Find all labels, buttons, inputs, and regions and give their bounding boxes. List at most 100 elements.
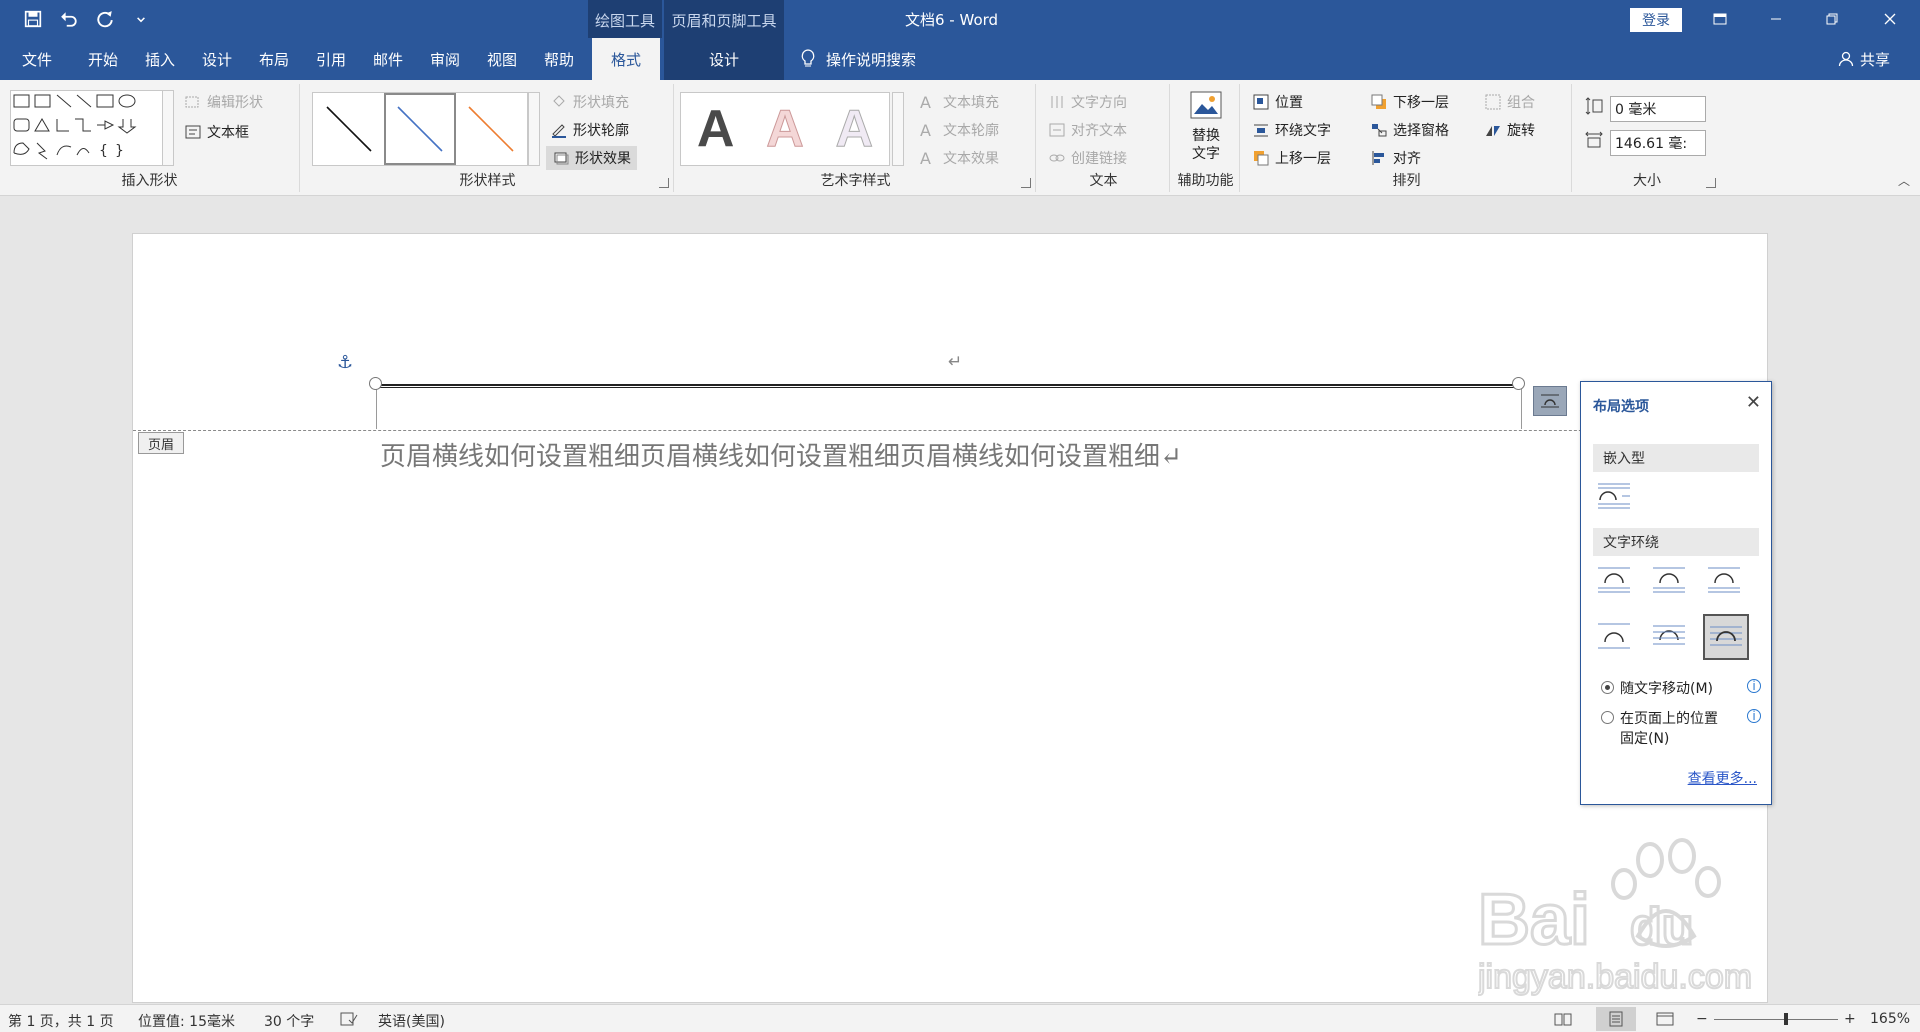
size-dialog-launcher[interactable]	[1706, 178, 1716, 188]
shape-width-input[interactable]: 146.61 毫:	[1610, 130, 1706, 156]
fix-position-radio[interactable]	[1601, 711, 1614, 724]
shape-style-black-line[interactable]	[313, 93, 384, 165]
wrap-behind-text-option[interactable]	[1648, 616, 1690, 656]
tab-format[interactable]: 格式	[592, 38, 660, 80]
close-button[interactable]	[1862, 0, 1918, 38]
login-button[interactable]: 登录	[1630, 8, 1682, 32]
wrap-through-option[interactable]	[1703, 560, 1745, 600]
edit-shape-button[interactable]: 编辑形状	[184, 90, 263, 114]
text-effects-button[interactable]: A 文本效果	[920, 146, 999, 170]
create-link-button[interactable]: 创建链接	[1048, 146, 1127, 170]
align-text-button[interactable]: 对齐文本	[1048, 118, 1127, 142]
document-page[interactable]	[132, 233, 1768, 1003]
move-with-text-option[interactable]: 随文字移动(M)	[1601, 678, 1713, 698]
tab-references[interactable]: 引用	[302, 38, 360, 80]
fix-position-info-icon[interactable]: i	[1747, 709, 1761, 723]
shape-styles-gallery[interactable]	[312, 92, 528, 166]
redo-button[interactable]	[90, 6, 120, 32]
send-backward-button[interactable]: 下移一层	[1370, 90, 1449, 114]
text-box-button[interactable]: 文本框	[184, 120, 249, 144]
tab-review[interactable]: 审阅	[416, 38, 474, 80]
minimize-button[interactable]	[1748, 0, 1804, 38]
fix-position-option[interactable]: 在页面上的位置 固定(N)	[1601, 708, 1718, 748]
wrap-top-bottom-option[interactable]	[1593, 616, 1635, 656]
shapes-gallery[interactable]: {}	[10, 90, 174, 166]
text-group: 文字方向 对齐文本 创建链接 文本	[1038, 84, 1170, 192]
resize-handle-left[interactable]	[369, 377, 382, 390]
restore-button[interactable]	[1804, 0, 1860, 38]
language-indicator[interactable]: 英语(美国)	[378, 1011, 445, 1031]
tell-me-search[interactable]: 操作说明搜索	[800, 38, 916, 80]
position-button[interactable]: 位置	[1252, 90, 1303, 114]
selection-pane-button[interactable]: 选择窗格	[1370, 118, 1449, 142]
layout-options-close-button[interactable]: ✕	[1746, 392, 1761, 413]
wrap-square-option[interactable]	[1593, 560, 1635, 600]
alt-text-button[interactable]: 替换 文字	[1184, 90, 1228, 163]
zoom-in-button[interactable]: +	[1844, 1011, 1856, 1027]
text-direction-button[interactable]: 文字方向	[1048, 90, 1127, 114]
wordart-style-3[interactable]: A	[820, 93, 889, 165]
word-count[interactable]: 30 个字	[264, 1011, 314, 1031]
restore-icon	[1826, 13, 1838, 25]
undo-button[interactable]	[54, 6, 84, 32]
resize-handle-right[interactable]	[1512, 377, 1525, 390]
zoom-slider-thumb[interactable]	[1784, 1013, 1788, 1025]
group-button[interactable]: 组合	[1484, 90, 1535, 114]
layout-options-button[interactable]	[1533, 386, 1567, 416]
shape-styles-dialog-launcher[interactable]	[659, 178, 669, 188]
text-fill-button[interactable]: A 文本填充	[920, 90, 999, 114]
wordart-gallery-scrollbar[interactable]	[892, 92, 904, 166]
see-more-link[interactable]: 查看更多...	[1688, 768, 1757, 788]
align-button[interactable]: 对齐	[1370, 146, 1421, 170]
wrap-tight-option[interactable]	[1648, 560, 1690, 600]
shapes-gallery-scrollbar[interactable]	[162, 90, 174, 166]
tab-design[interactable]: 设计	[188, 38, 246, 80]
shape-height-input[interactable]: 0 毫米	[1610, 96, 1706, 122]
web-layout-icon[interactable]	[1656, 1011, 1674, 1031]
wordart-gallery[interactable]: A A A	[680, 92, 890, 166]
ribbon-display-options-button[interactable]	[1692, 0, 1748, 38]
zoom-level[interactable]: 165%	[1870, 1011, 1910, 1027]
wordart-style-2[interactable]: A	[750, 93, 819, 165]
wrap-in-front-of-text-option[interactable]	[1703, 614, 1749, 660]
shape-outline-button[interactable]: 形状轮廓	[550, 118, 629, 142]
wordart-style-1[interactable]: A	[681, 93, 750, 165]
shape-style-blue-line[interactable]	[384, 93, 456, 165]
header-double-line[interactable]	[376, 384, 1518, 388]
page-count[interactable]: 第 1 页，共 1 页	[8, 1011, 114, 1031]
tab-file[interactable]: 文件	[8, 38, 66, 80]
tab-layout[interactable]: 布局	[245, 38, 303, 80]
shape-fill-button[interactable]: 形状填充	[550, 90, 629, 114]
share-button[interactable]: 共享	[1838, 38, 1890, 80]
wrap-text-button[interactable]: 环绕文字	[1252, 118, 1331, 142]
rotate-button[interactable]: 旋转	[1484, 118, 1535, 142]
collapse-ribbon-icon[interactable]: ︿	[1898, 172, 1910, 189]
selected-line-shape-frame[interactable]	[376, 383, 1522, 429]
wordart-dialog-launcher[interactable]	[1021, 178, 1031, 188]
shape-effects-button[interactable]: 形状效果	[546, 146, 637, 170]
shape-styles-scrollbar[interactable]	[528, 92, 540, 166]
read-mode-icon[interactable]	[1554, 1011, 1572, 1031]
height-icon	[1584, 96, 1604, 120]
tab-mailings[interactable]: 邮件	[359, 38, 417, 80]
text-outline-button[interactable]: A 文本轮廓	[920, 118, 999, 142]
print-layout-icon[interactable]	[1596, 1007, 1636, 1031]
tab-help[interactable]: 帮助	[530, 38, 588, 80]
bring-forward-button[interactable]: 上移一层	[1252, 146, 1331, 170]
tab-home[interactable]: 开始	[74, 38, 132, 80]
move-with-text-info-icon[interactable]: i	[1747, 679, 1761, 693]
wrap-inline-option[interactable]	[1593, 476, 1635, 516]
customize-qat-button[interactable]	[126, 6, 156, 32]
save-button[interactable]	[18, 6, 48, 32]
zoom-slider-track[interactable]	[1714, 1019, 1838, 1020]
header-text[interactable]: 页眉横线如何设置粗细页眉横线如何设置粗细页眉横线如何设置粗细↵	[380, 436, 1182, 473]
vertical-position[interactable]: 位置值: 15毫米	[138, 1011, 235, 1031]
tab-header-footer-design[interactable]: 设计	[664, 38, 784, 80]
proofing-icon[interactable]	[340, 1011, 358, 1031]
tab-view[interactable]: 视图	[473, 38, 531, 80]
shape-style-orange-line[interactable]	[456, 93, 527, 165]
tab-insert[interactable]: 插入	[131, 38, 189, 80]
move-with-text-radio[interactable]	[1601, 681, 1614, 694]
zoom-out-button[interactable]: −	[1696, 1011, 1708, 1027]
anchor-icon[interactable]: ⚓	[337, 352, 353, 373]
